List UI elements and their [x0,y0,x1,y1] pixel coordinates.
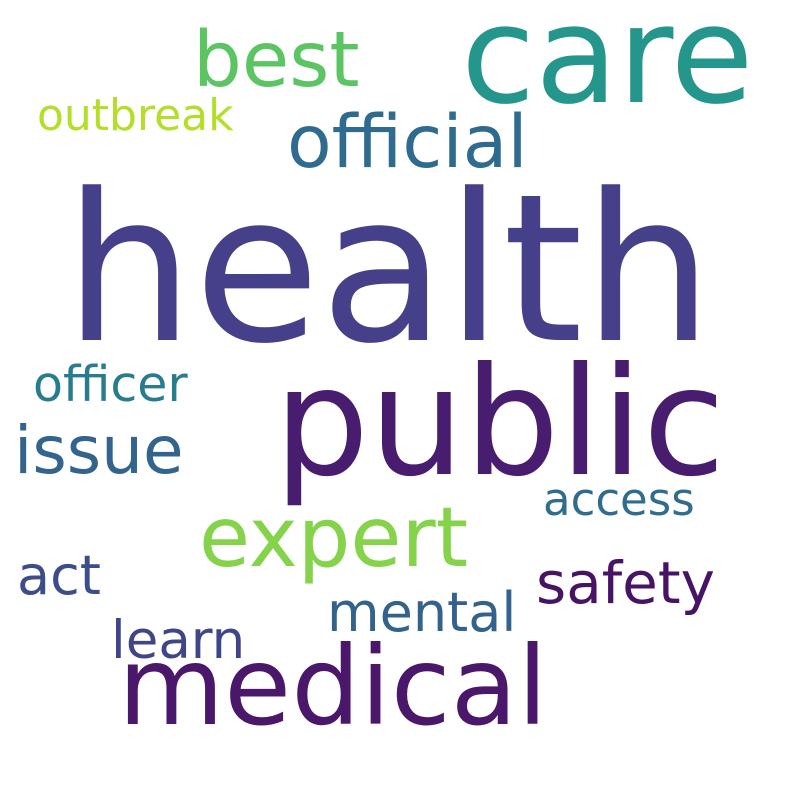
word-mental: mental [327,581,517,644]
word-learn: learn [111,610,246,671]
word-act: act [17,544,101,607]
word-officer: officer [33,356,188,413]
word-cloud: health care public medical expert best o… [0,0,800,800]
word-expert: expert [199,489,469,586]
word-best: best [193,16,360,105]
word-access: access [543,473,695,526]
word-issue: issue [14,412,184,489]
word-official: official [287,100,528,185]
word-outbreak: outbreak [37,90,234,141]
word-safety: safety [536,549,715,617]
